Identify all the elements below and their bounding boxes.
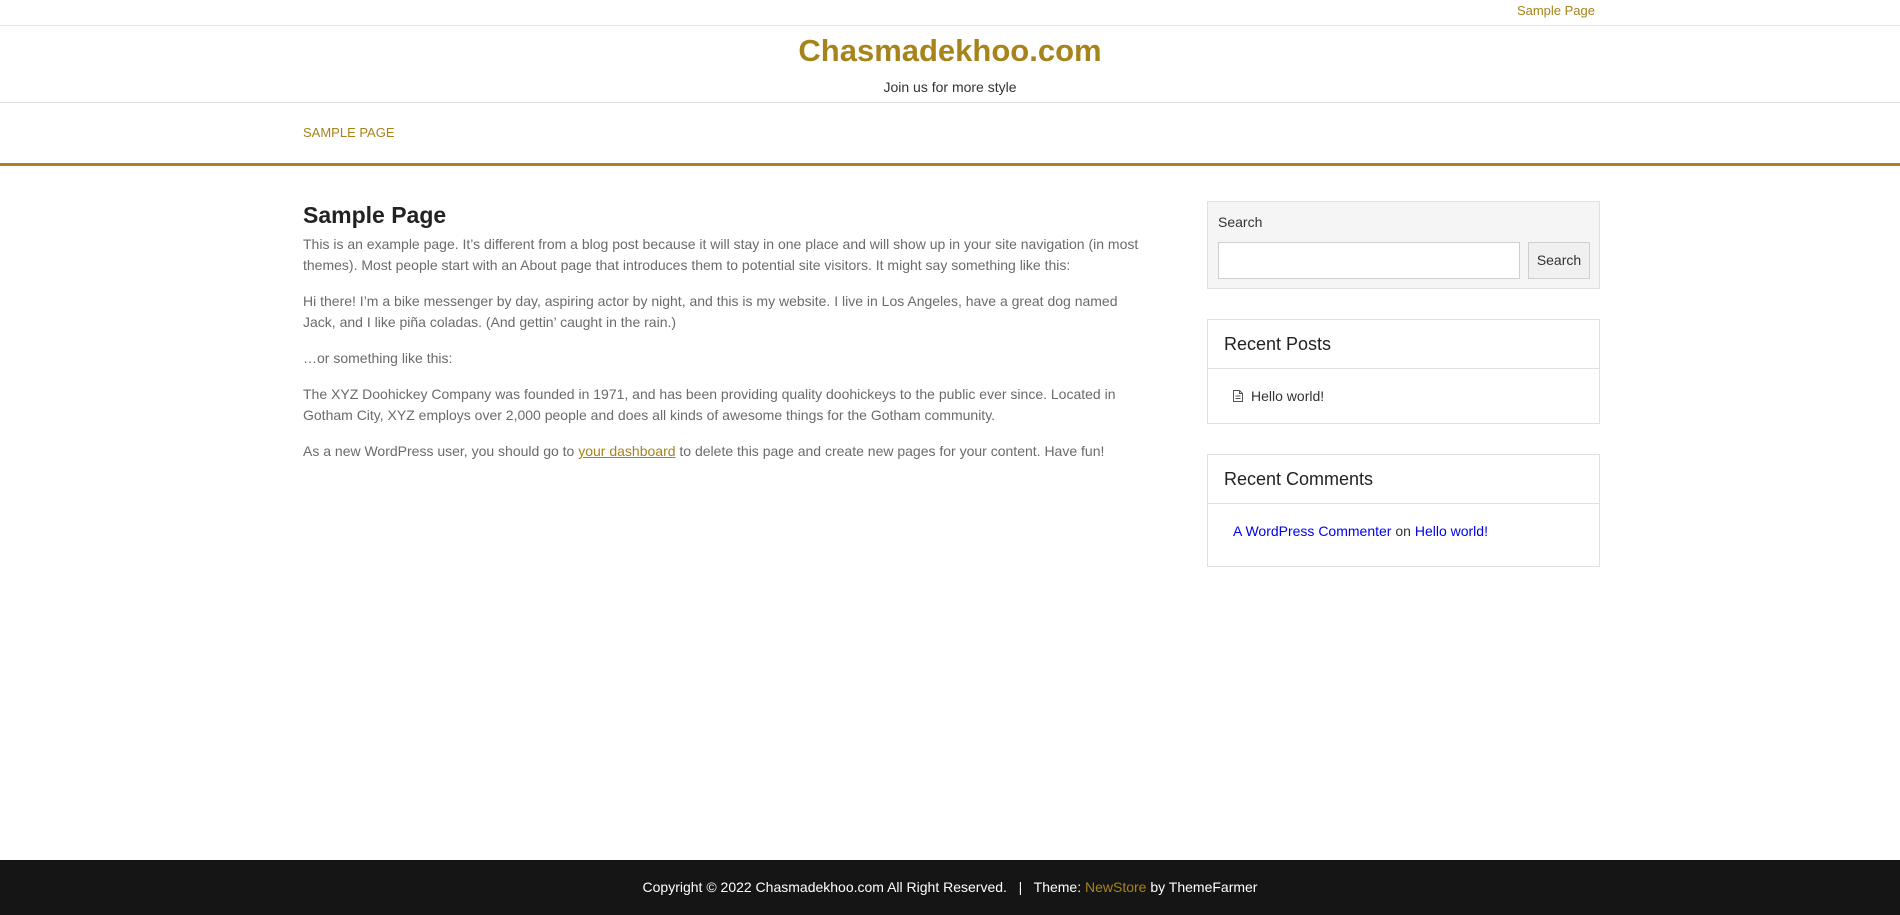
page-title: Sample Page bbox=[303, 202, 447, 228]
list-item: A WordPress Commenter on Hello world! bbox=[1208, 504, 1599, 566]
site-title[interactable]: Chasmadekhoo.com bbox=[0, 33, 1900, 69]
recent-posts-list: Hello world! bbox=[1208, 369, 1599, 423]
recent-comments-widget: Recent Comments A WordPress Commenter on… bbox=[1207, 454, 1600, 567]
recent-posts-title: Recent Posts bbox=[1208, 320, 1599, 369]
dashboard-text-after: to delete this page and create new pages… bbox=[675, 443, 1105, 459]
main-content: Sample Page This is an example page. It’… bbox=[303, 201, 1141, 477]
recent-comments-title: Recent Comments bbox=[1208, 455, 1599, 504]
comment-on-text: on bbox=[1395, 523, 1411, 539]
footer-theme-prefix: Theme: bbox=[1033, 879, 1082, 895]
footer-copyright: Copyright © 2022 Chasmadekhoo.com All Ri… bbox=[642, 879, 1007, 895]
recent-posts-widget: Recent Posts Hello world! bbox=[1207, 319, 1600, 424]
comment-author-link[interactable]: A WordPress Commenter bbox=[1233, 523, 1391, 539]
nav-item-sample-page[interactable]: SAMPLE PAGE bbox=[303, 125, 395, 140]
document-icon bbox=[1233, 390, 1243, 402]
top-menu-sample-page-link[interactable]: Sample Page bbox=[1517, 3, 1595, 18]
list-item: Hello world! bbox=[1233, 388, 1574, 404]
paragraph-quote-1: Hi there! I’m a bike messenger by day, a… bbox=[303, 293, 1118, 330]
paragraph-dashboard: As a new WordPress user, you should go t… bbox=[303, 441, 1141, 462]
footer-theme-link[interactable]: NewStore bbox=[1085, 879, 1146, 895]
main-navigation: SAMPLE PAGE bbox=[0, 103, 1900, 166]
footer-separator: | bbox=[1018, 879, 1023, 895]
paragraph-intro: This is an example page. It’s different … bbox=[303, 236, 1139, 273]
search-input[interactable] bbox=[1218, 242, 1520, 279]
top-bar: Sample Page bbox=[0, 0, 1900, 26]
paragraph-quote-2: The XYZ Doohickey Company was founded in… bbox=[303, 386, 1116, 423]
paragraph-transition: …or something like this: bbox=[303, 350, 453, 366]
search-widget: Search Search bbox=[1207, 201, 1600, 289]
comment-post-link[interactable]: Hello world! bbox=[1415, 523, 1488, 539]
site-tagline: Join us for more style bbox=[883, 79, 1017, 95]
search-button[interactable]: Search bbox=[1528, 242, 1590, 279]
recent-post-link[interactable]: Hello world! bbox=[1251, 388, 1324, 404]
sidebar: Search Search Recent Posts Hello world! … bbox=[1207, 201, 1600, 597]
dashboard-link[interactable]: your dashboard bbox=[578, 443, 675, 459]
search-label: Search bbox=[1218, 214, 1263, 230]
site-header: Chasmadekhoo.com Join us for more style bbox=[0, 26, 1900, 103]
dashboard-text-before: As a new WordPress user, you should go t… bbox=[303, 443, 579, 459]
site-footer: Copyright © 2022 Chasmadekhoo.com All Ri… bbox=[0, 860, 1900, 915]
footer-theme-suffix: by ThemeFarmer bbox=[1150, 879, 1258, 895]
